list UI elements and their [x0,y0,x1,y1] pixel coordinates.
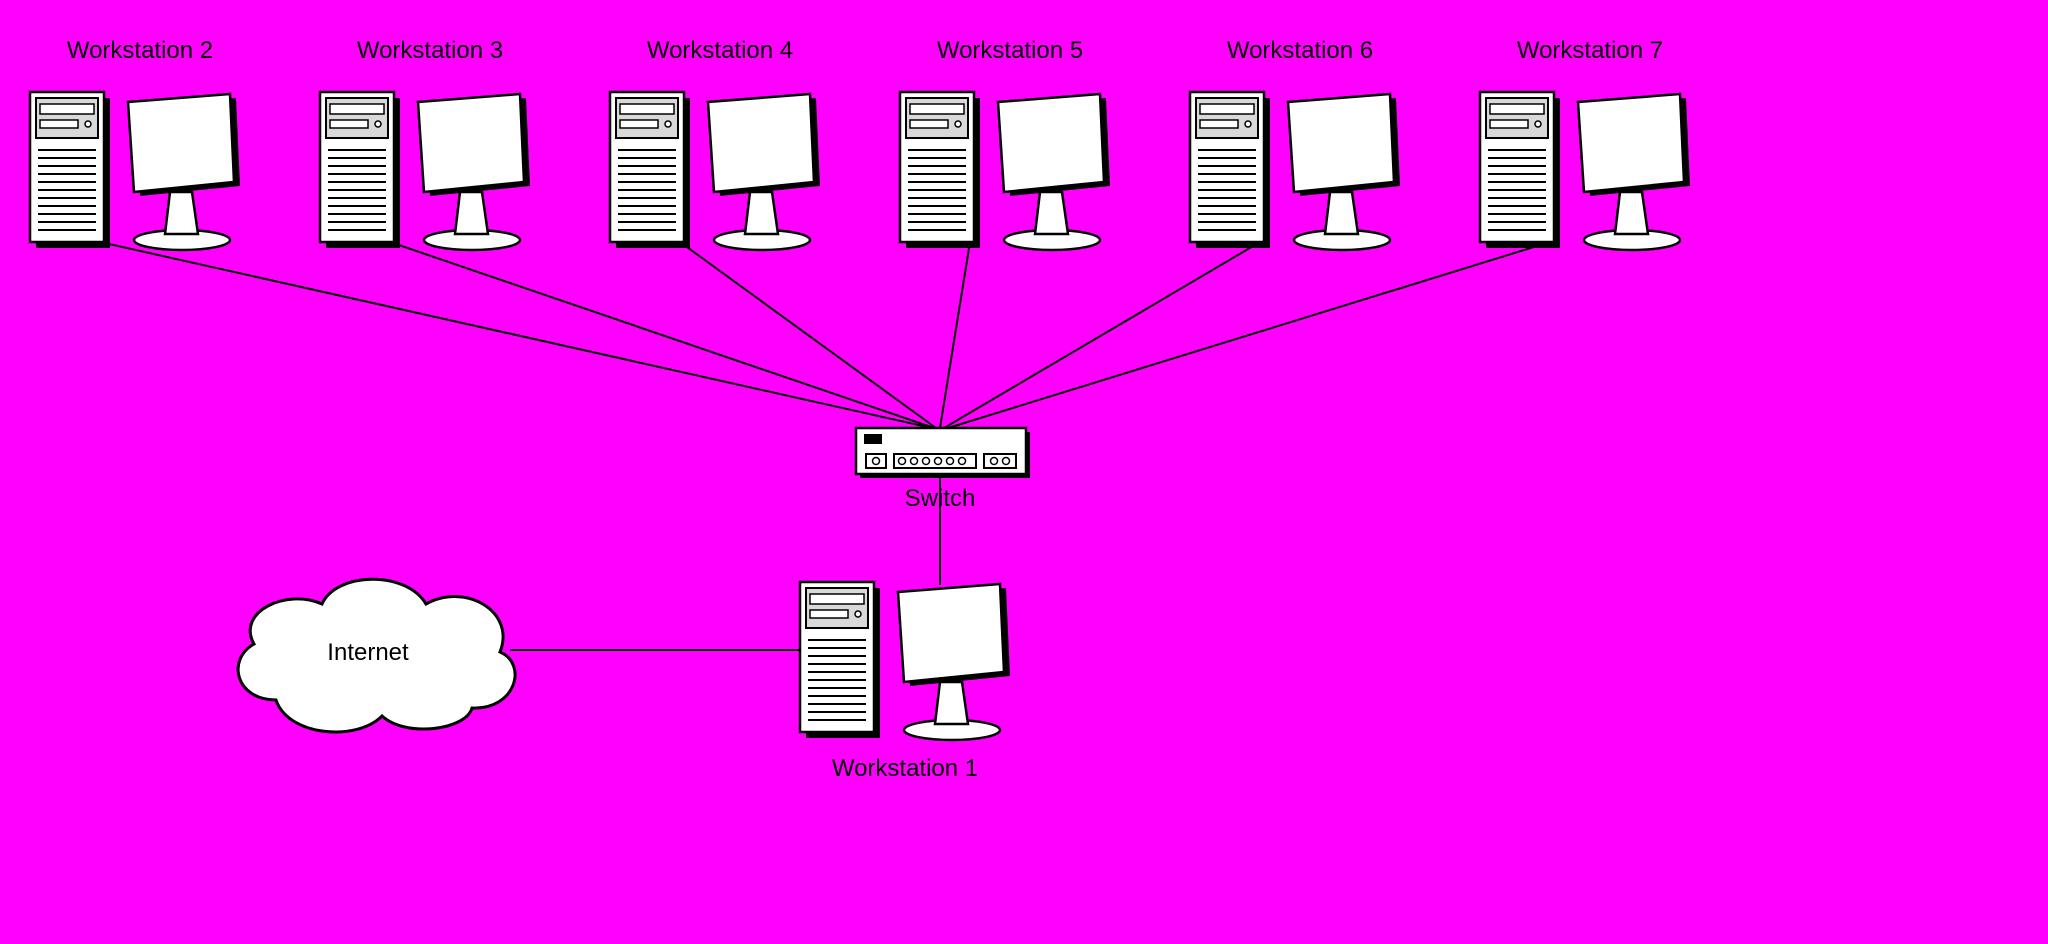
node-label: Workstation 1 [832,755,978,782]
workstation-icon [800,582,1010,740]
link-ws3-switch [390,242,934,428]
node-ws6: Workstation 6 [1190,37,1400,250]
workstation-icon [1480,92,1690,250]
node-internet: Internet [238,579,515,732]
node-ws2: Workstation 2 [30,37,240,250]
node-ws3: Workstation 3 [320,37,530,250]
node-ws5: Workstation 5 [900,37,1110,250]
node-label: Workstation 2 [67,37,213,64]
workstation-icon [320,92,530,250]
workstation-icon [30,92,240,250]
node-label: Workstation 4 [647,37,793,64]
workstation-icon [1190,92,1400,250]
node-ws1: Workstation 1 [800,582,1010,782]
node-label: Workstation 5 [937,37,1083,64]
node-switch: Switch [856,428,1030,512]
link-ws7-switch [948,242,1550,428]
switch-icon [856,428,1030,478]
node-label: Switch [905,485,976,512]
network-diagram: Workstation 2 Workstation 3 Workstation … [0,0,2048,944]
node-label: Workstation 3 [357,37,503,64]
node-ws4: Workstation 4 [610,37,820,250]
node-label: Workstation 7 [1517,37,1663,64]
workstation-icon [610,92,820,250]
link-ws6-switch [944,242,1260,428]
workstation-icon [900,92,1110,250]
node-ws7: Workstation 7 [1480,37,1690,250]
node-label: Workstation 6 [1227,37,1373,64]
node-label: Internet [327,639,409,666]
link-ws5-switch [940,242,970,428]
